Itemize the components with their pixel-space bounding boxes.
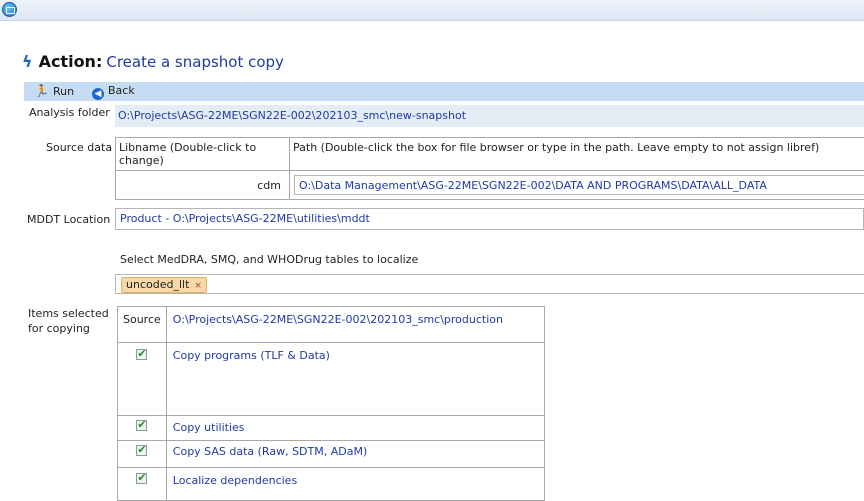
table-row: cdm O:\Data Management\ASG-22ME\SGN22E-0… <box>116 171 864 200</box>
run-button[interactable]: 🏃 Run <box>34 84 74 98</box>
title-colon: : <box>96 52 102 71</box>
back-arrow-icon: ◀ <box>92 88 104 100</box>
copy-utilities-checkbox[interactable] <box>136 420 147 431</box>
window-topbar <box>0 0 864 21</box>
libname-cell[interactable]: cdm <box>116 171 290 200</box>
localize-dependencies-checkbox[interactable] <box>136 473 147 484</box>
back-button[interactable]: ◀ Back <box>92 84 135 100</box>
source-data-table: Libname (Double-click to change) Path (D… <box>115 137 864 200</box>
copy-utilities-label: Copy utilities <box>173 421 245 434</box>
mddt-location-label: MDDT Location <box>27 213 110 226</box>
chip-label: uncoded_llt <box>126 278 189 291</box>
analysis-folder-field[interactable]: O:\Projects\ASG-22ME\SGN22E-002\202103_s… <box>115 105 864 127</box>
page-title: ϟ Action:Create a snapshot copy <box>22 52 284 74</box>
running-man-icon: 🏃 <box>34 84 49 98</box>
table-row: Copy utilities <box>118 416 545 441</box>
path-header: Path (Double-click the box for file brow… <box>290 138 864 171</box>
title-text: Create a snapshot copy <box>106 53 284 71</box>
localize-label: Select MedDRA, SMQ, and WHODrug tables t… <box>120 253 418 266</box>
items-selected-label: Items selected for copying <box>28 306 109 336</box>
toolbar: 🏃 Run ◀ Back <box>24 82 864 101</box>
copy-sas-data-label: Copy SAS data (Raw, SDTM, ADaM) <box>173 445 367 458</box>
lightning-bolt-icon: ϟ <box>22 52 33 71</box>
items-label-line2: for copying <box>28 321 109 336</box>
analysis-folder-label: Analysis folder <box>29 106 110 119</box>
app-icon[interactable] <box>2 2 17 17</box>
source-table-header: Libname (Double-click to change) Path (D… <box>116 138 864 171</box>
table-row: Source O:\Projects\ASG-22ME\SGN22E-002\2… <box>118 307 545 343</box>
path-input[interactable]: O:\Data Management\ASG-22ME\SGN22E-002\D… <box>294 175 864 195</box>
table-row: Copy SAS data (Raw, SDTM, ADaM) <box>118 441 545 468</box>
libname-header: Libname (Double-click to change) <box>116 138 290 171</box>
table-row: Localize dependencies <box>118 468 545 501</box>
run-label: Run <box>53 85 74 98</box>
table-row: Copy programs (TLF & Data) <box>118 343 545 416</box>
items-table: Source O:\Projects\ASG-22ME\SGN22E-002\2… <box>117 306 545 501</box>
copy-programs-label: Copy programs (TLF & Data) <box>173 349 330 362</box>
copy-sas-data-checkbox[interactable] <box>136 445 147 456</box>
localize-tables-input[interactable]: uncoded_llt × <box>115 274 864 294</box>
back-label: Back <box>108 84 135 97</box>
items-label-line1: Items selected <box>28 306 109 321</box>
chip-uncoded-llt: uncoded_llt × <box>121 277 207 293</box>
source-label: Source <box>118 307 167 343</box>
source-path[interactable]: O:\Projects\ASG-22ME\SGN22E-002\202103_s… <box>166 307 544 343</box>
mddt-location-select[interactable]: Product - O:\Projects\ASG-22ME\utilities… <box>115 208 864 230</box>
chip-remove-icon[interactable]: × <box>194 281 202 291</box>
copy-programs-checkbox[interactable] <box>136 349 147 360</box>
source-data-label: Source data <box>46 141 112 154</box>
localize-dependencies-label: Localize dependencies <box>173 474 297 487</box>
title-action: Action <box>39 52 96 71</box>
